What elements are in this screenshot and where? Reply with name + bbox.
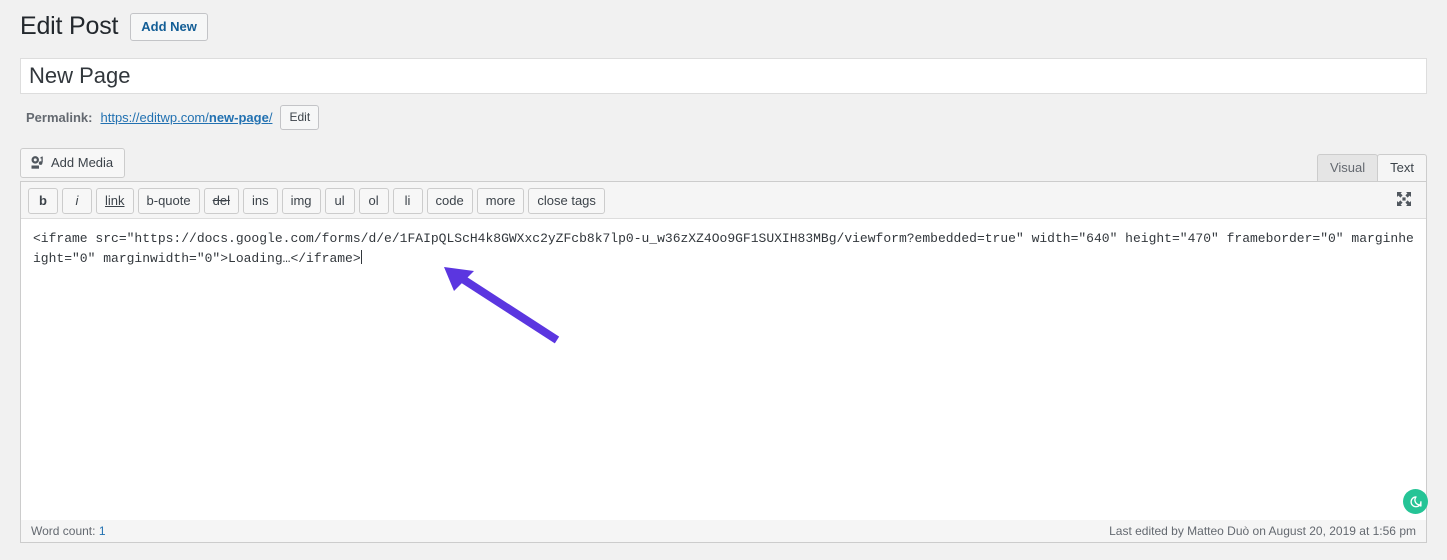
add-media-label: Add Media xyxy=(51,156,113,169)
word-count: Word count: 1 xyxy=(31,524,106,538)
add-new-button[interactable]: Add New xyxy=(130,13,208,41)
tab-visual[interactable]: Visual xyxy=(1317,154,1378,181)
media-buttons-row: Add Media xyxy=(20,148,1427,176)
permalink-slug: new-page xyxy=(209,110,269,125)
qt-ol[interactable]: ol xyxy=(359,188,389,214)
permalink-edit-button[interactable]: Edit xyxy=(280,105,319,130)
qt-ul[interactable]: ul xyxy=(325,188,355,214)
page-title: Edit Post xyxy=(20,11,118,41)
last-edited-text: Last edited by Matteo Duò on August 20, … xyxy=(1109,524,1416,538)
qt-li[interactable]: li xyxy=(393,188,423,214)
tab-text[interactable]: Text xyxy=(1377,154,1427,181)
add-media-button[interactable]: Add Media xyxy=(20,148,125,178)
permalink-label: Permalink: xyxy=(26,110,92,125)
media-icon xyxy=(30,155,45,170)
editor-mode-tabs: Visual Text xyxy=(1317,155,1427,181)
qt-link[interactable]: link xyxy=(96,188,134,214)
permalink-url-prefix: https://editwp.com/ xyxy=(100,110,208,125)
text-caret xyxy=(361,250,362,264)
qt-more[interactable]: more xyxy=(477,188,525,214)
permalink: Permalink: https://editwp.com/new-page/ … xyxy=(26,105,319,130)
qt-close-tags[interactable]: close tags xyxy=(528,188,605,214)
permalink-link[interactable]: https://editwp.com/new-page/ xyxy=(100,110,272,125)
quicktags-toolbar: bilinkb-quotedelinsimgulollicodemoreclos… xyxy=(21,182,1426,219)
fullscreen-expand-icon[interactable] xyxy=(1392,187,1416,211)
qt-italic[interactable]: i xyxy=(62,188,92,214)
qt-ins[interactable]: ins xyxy=(243,188,278,214)
post-content-textarea[interactable]: <iframe src="https://docs.google.com/for… xyxy=(21,219,1426,541)
chat-support-widget[interactable] xyxy=(1403,489,1428,514)
editor-status-bar: Word count: 1 Last edited by Matteo Duò … xyxy=(20,520,1427,543)
editor-panel: bilinkb-quotedelinsimgulollicodemoreclos… xyxy=(20,181,1427,541)
word-count-label: Word count: xyxy=(31,524,95,538)
qt-img[interactable]: img xyxy=(282,188,321,214)
qt-bquote[interactable]: b-quote xyxy=(138,188,200,214)
editor-content-text: <iframe src="https://docs.google.com/for… xyxy=(33,231,1414,266)
qt-bold[interactable]: b xyxy=(28,188,58,214)
post-title-input[interactable] xyxy=(20,58,1427,94)
permalink-url-suffix: / xyxy=(269,110,273,125)
qt-del[interactable]: del xyxy=(204,188,239,214)
page-header: Edit Post Add New xyxy=(20,10,208,41)
word-count-value: 1 xyxy=(99,524,106,538)
qt-code[interactable]: code xyxy=(427,188,473,214)
